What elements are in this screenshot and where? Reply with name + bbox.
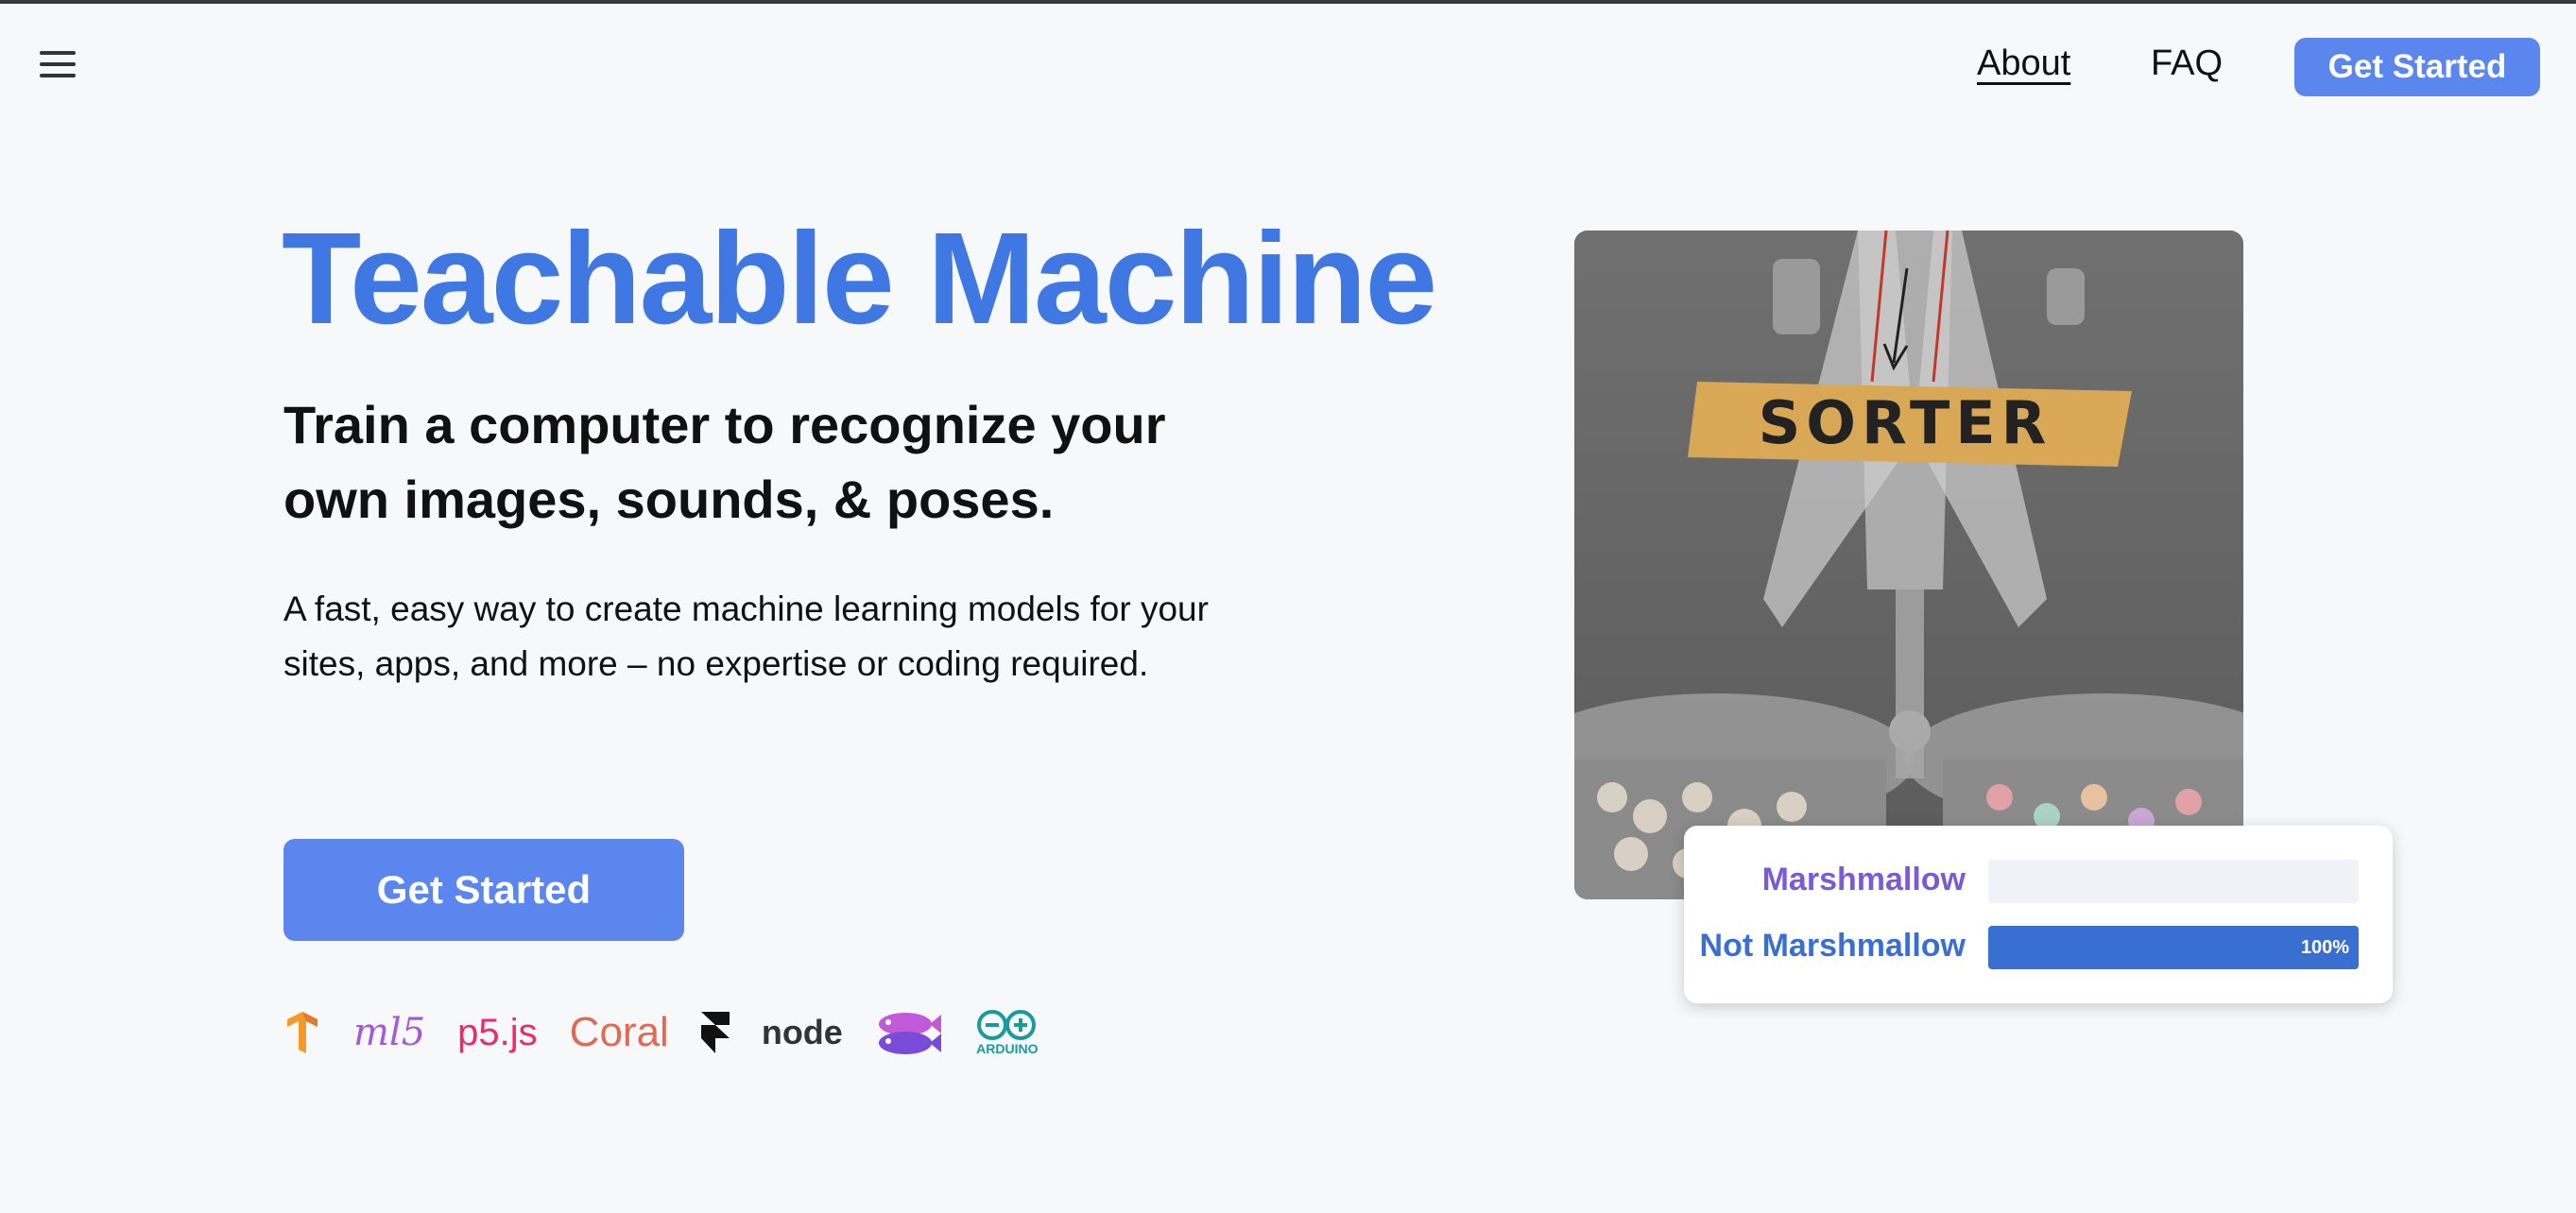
hero-get-started-button[interactable]: Get Started (283, 839, 684, 941)
hamburger-menu-icon[interactable] (40, 51, 76, 77)
nav-link-about[interactable]: About (1977, 43, 2070, 84)
arduino-logo-text: ARDUINO (976, 1041, 1039, 1056)
glitch-fish-logo-icon (875, 1007, 941, 1058)
prediction-bar-track (1988, 860, 2359, 903)
prediction-row-marshmallow: Marshmallow (1684, 858, 2393, 905)
demo-image: SORTER (1574, 231, 2243, 899)
integration-logos: ml5 p5.js Coral node ARDUINO (283, 999, 1073, 1066)
prediction-label: Not Marshmallow (1699, 928, 1966, 964)
framer-logo-icon (700, 1012, 730, 1053)
prediction-percent: 100% (2300, 937, 2349, 958)
prediction-row-not-marshmallow: Not Marshmallow 100% (1684, 924, 2393, 971)
prediction-label: Marshmallow (1761, 862, 1966, 897)
nav-link-faq[interactable]: FAQ (2151, 43, 2223, 84)
sorter-label-text: SORTER (1759, 388, 2052, 457)
node-logo-icon: node (761, 1013, 843, 1051)
hero-description: A fast, easy way to create machine learn… (283, 589, 1209, 683)
tensorflow-logo-icon (283, 1012, 321, 1053)
prediction-card: Marshmallow Not Marshmallow 100% (1684, 826, 2393, 1003)
prediction-bar-track: 100% (1988, 926, 2359, 969)
header-get-started-button[interactable]: Get Started (2294, 38, 2540, 96)
top-border (0, 0, 2576, 4)
ml5-logo-icon: ml5 (353, 1011, 426, 1054)
coral-logo-icon: Coral (569, 1009, 669, 1055)
hero-subtitle: Train a computer to recognize your own i… (283, 395, 1166, 529)
page-title: Teachable Machine (282, 206, 1437, 351)
arduino-logo-icon: ARDUINO (973, 1009, 1041, 1056)
p5js-logo-icon: p5.js (457, 1011, 538, 1053)
